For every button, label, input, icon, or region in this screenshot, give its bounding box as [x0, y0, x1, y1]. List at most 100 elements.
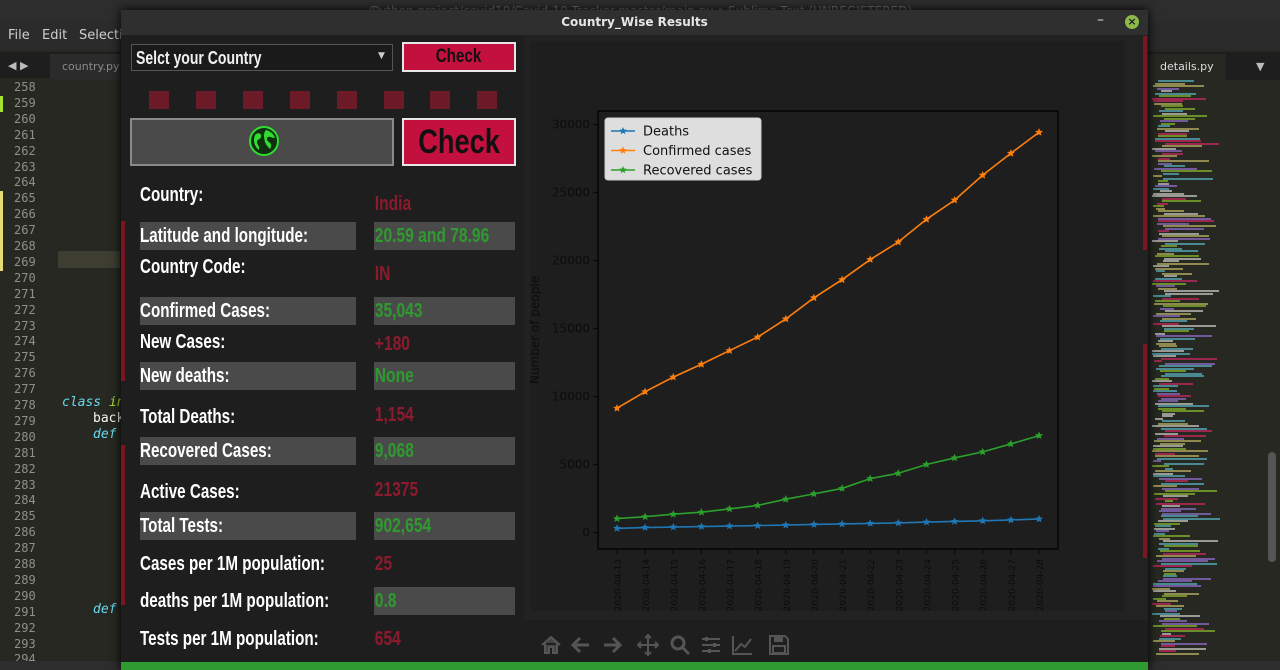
y-tick-label: 15000	[552, 322, 590, 336]
line-number: 292	[14, 620, 36, 635]
active-label: Active Cases:	[140, 478, 271, 506]
covid-line-chart[interactable]: 0 5000 10000 15000 20000 25000 30000 2020-04-13…	[524, 35, 1148, 620]
line-number: 280	[14, 429, 36, 444]
deaths-per-million-value-text: 0.8	[374, 590, 397, 612]
active-label-text: Active Cases:	[140, 481, 240, 503]
subplots-icon[interactable]	[700, 634, 722, 656]
line-number: 291	[14, 604, 36, 619]
confirmed-value-text: 35,043	[374, 300, 423, 322]
recovered-label-text: Recovered Cases:	[140, 440, 272, 462]
x-tick-label: 2020-04-24	[923, 559, 933, 612]
line-number: 262	[14, 143, 36, 158]
confirmed-value: 35,043	[374, 297, 515, 325]
total-deaths-value: 1,154	[374, 401, 425, 429]
x-tick-label: 2020-04-26	[980, 559, 990, 612]
line-number: 289	[14, 572, 36, 587]
window-title: Country_Wise Results	[561, 15, 708, 29]
y-tick-label: 5000	[559, 458, 590, 472]
minimap-line	[1165, 292, 1213, 295]
code-class-line: class in	[62, 395, 125, 410]
cases-per-million-label: Cases per 1M population:	[140, 550, 383, 578]
line-number: 261	[14, 127, 36, 142]
editor-minimap[interactable]	[1148, 80, 1280, 660]
line-number: 263	[14, 159, 36, 174]
cases-per-million-value-text: 25	[374, 553, 393, 575]
latlon-value: 20.59 and 78.96	[374, 222, 515, 250]
back-icon[interactable]	[570, 634, 592, 656]
save-icon[interactable]	[768, 634, 790, 656]
tab-nav-arrows-icon[interactable]: ◀ ▶	[8, 59, 28, 72]
deaths-per-million-label-text: deaths per 1M population:	[140, 590, 330, 612]
total-tests-value-text: 902,654	[374, 515, 432, 537]
line-number: 273	[14, 318, 36, 333]
line-number: 276	[14, 366, 36, 381]
line-modified-marker	[0, 223, 3, 240]
minimap-line	[1164, 545, 1198, 547]
globe-button[interactable]	[130, 118, 394, 166]
code-class-keyword: class	[62, 395, 109, 410]
minimap-line	[1154, 360, 1162, 362]
menu-file[interactable]: File	[8, 28, 30, 43]
code-def-line-2: def	[93, 602, 117, 617]
new-deaths-value: None	[374, 362, 515, 390]
forward-icon[interactable]	[601, 634, 623, 656]
indicator-square	[337, 91, 357, 109]
menu-edit[interactable]: Edit	[42, 28, 67, 43]
new-deaths-label: New deaths:	[140, 362, 356, 390]
check-button-small[interactable]: Check	[402, 42, 516, 72]
minimap-line	[1163, 172, 1179, 175]
country-select[interactable]: Selct your Country ▼	[131, 44, 393, 71]
indicator-square	[290, 91, 310, 109]
country-code-value-text: IN	[374, 263, 391, 285]
tab-dropdown-icon[interactable]: ▼	[1256, 60, 1264, 73]
deaths-per-million-value: 0.8	[374, 587, 515, 615]
recovered-label: Recovered Cases:	[140, 437, 356, 465]
minimap-line	[1164, 330, 1189, 332]
indicator-square	[243, 91, 263, 109]
line-modified-marker	[0, 254, 3, 271]
tab-details-py[interactable]: details.py	[1148, 54, 1226, 80]
x-tick-label: 2020-04-19	[783, 559, 793, 612]
recovered-value: 9,068	[374, 437, 515, 465]
indicator-square	[430, 91, 450, 109]
x-tick-label: 2020-04-17	[727, 559, 737, 611]
line-number: 258	[14, 80, 36, 94]
minimap-line	[1162, 415, 1173, 417]
tests-per-million-label-text: Tests per 1M population:	[140, 628, 319, 650]
latlon-label-text: Latitude and longitude:	[140, 225, 309, 247]
line-modified-marker	[0, 95, 3, 112]
close-button[interactable]: ×	[1125, 15, 1139, 29]
edit-axis-icon[interactable]	[731, 634, 753, 656]
total-tests-label: Total Tests:	[140, 512, 356, 540]
country-select-label: Selct your Country	[136, 48, 262, 68]
line-number: 283	[14, 477, 36, 492]
x-tick-label: 2020-04-22	[867, 559, 877, 611]
tab-country-py[interactable]: country.py	[50, 54, 132, 80]
editor-scrollbar[interactable]	[1268, 452, 1276, 562]
x-tick-label: 2020-04-21	[839, 559, 849, 611]
line-number: 284	[14, 493, 36, 508]
globe-icon	[249, 126, 279, 156]
pan-icon[interactable]	[637, 634, 659, 656]
window-titlebar[interactable]: Country_Wise Results – ×	[121, 10, 1148, 35]
minimize-button[interactable]: –	[1097, 12, 1104, 28]
indicator-square	[477, 91, 497, 109]
tests-per-million-label: Tests per 1M population:	[140, 625, 375, 653]
home-icon[interactable]	[540, 634, 562, 656]
zoom-icon[interactable]	[669, 634, 691, 656]
total-tests-value: 902,654	[374, 512, 515, 540]
recovered-value-text: 9,068	[374, 440, 414, 462]
x-tick-label: 2020-04-27	[1008, 559, 1018, 611]
line-gutter: 258 259 260 261 262 263 264 265 266 267 268 269 270 2…	[0, 78, 58, 670]
x-tick-label: 2020-04-13	[614, 559, 624, 611]
x-tick-label: 2020-04-20	[811, 559, 821, 612]
new-deaths-label-text: New deaths:	[140, 365, 230, 387]
cases-per-million-value: 25	[374, 550, 397, 578]
indicator-square	[384, 91, 404, 109]
legend-label-recovered-cases: Recovered cases	[643, 164, 753, 179]
minimap-line	[1153, 175, 1162, 177]
new-cases-label: New Cases:	[140, 328, 252, 356]
check-button-large[interactable]: Check	[402, 118, 516, 166]
minimap-line	[1164, 462, 1204, 465]
check-button-small-label: Check	[436, 46, 482, 67]
